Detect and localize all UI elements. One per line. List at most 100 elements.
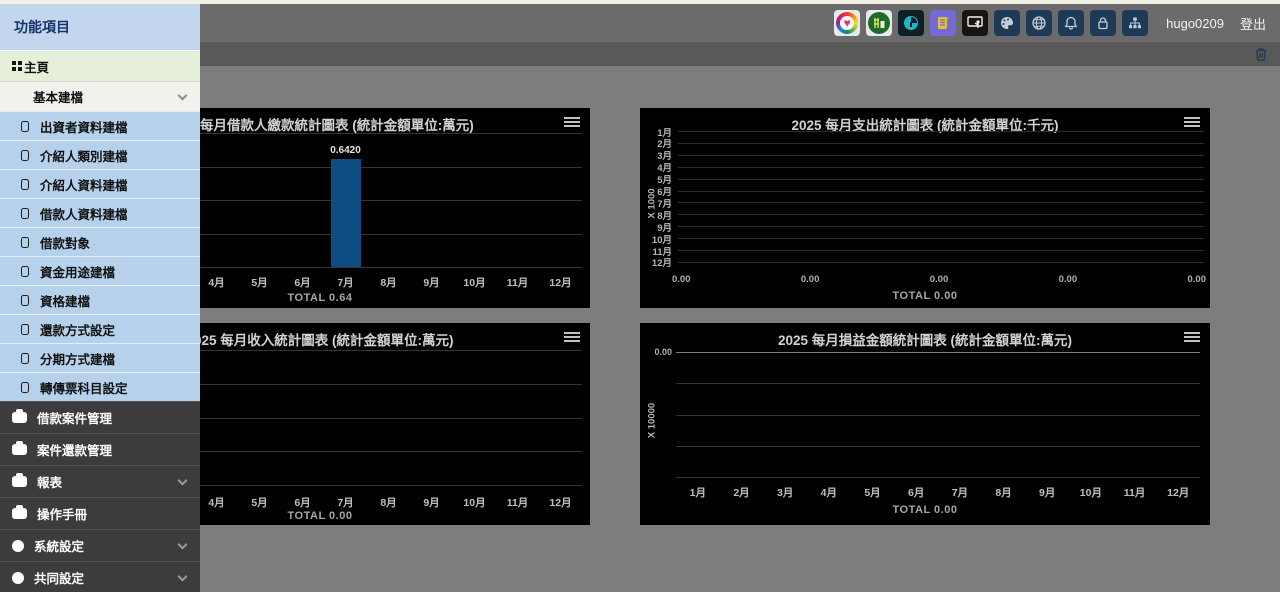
month-row: 5月 <box>646 175 1204 184</box>
box-outline-icon <box>21 208 29 219</box>
sidebar-subitem[interactable]: 資金用途建檔 <box>0 256 200 285</box>
month-label: 5月 <box>238 495 281 510</box>
sidebar-section[interactable]: 操作手冊 <box>0 497 200 529</box>
x-tick-label: 0.00 <box>1188 274 1207 285</box>
scroll-icon[interactable] <box>930 10 956 36</box>
sidebar-group-basic[interactable]: 基本建檔 <box>0 81 200 111</box>
month-row: 8月 <box>646 210 1204 219</box>
chart-menu-icon[interactable] <box>564 332 580 344</box>
sidebar-subitem-list: 出資者資料建檔介紹人類別建檔介紹人資料建檔借款人資料建檔借款對象資金用途建檔資格… <box>0 111 200 401</box>
month-row: 12月 <box>646 258 1204 267</box>
sidebar-subitem[interactable]: 介紹人類別建檔 <box>0 140 200 169</box>
x-axis-ticks: 0.000.000.000.000.00 <box>672 274 1206 285</box>
month-label: 6月 <box>281 495 324 510</box>
month-label: 8月 <box>367 275 410 290</box>
month-label: 4月 <box>195 275 238 290</box>
palette-icon[interactable] <box>994 10 1020 36</box>
sitemap-icon[interactable] <box>1122 10 1148 36</box>
sidebar-subitem[interactable]: 借款對象 <box>0 227 200 256</box>
month-row: 10月 <box>646 234 1204 243</box>
month-label: 12月 <box>646 255 672 269</box>
sidebar-item-label: 主頁 <box>24 57 49 76</box>
month-label: 7月 <box>324 495 367 510</box>
month-label: 11月 <box>496 495 539 510</box>
sidebar-subitem[interactable]: 出資者資料建檔 <box>0 111 200 140</box>
sidebar-section[interactable]: 系統設定 <box>0 529 200 561</box>
sidebar-section[interactable]: 案件還款管理 <box>0 433 200 465</box>
x-tick-label: 0.00 <box>930 274 949 285</box>
chart-menu-icon[interactable] <box>564 117 580 129</box>
month-label: 1月 <box>676 485 720 500</box>
month-label: 10月 <box>453 495 496 510</box>
month-label: 6月 <box>281 275 324 290</box>
briefcase-icon <box>12 476 27 487</box>
sidebar-subitem[interactable]: 介紹人資料建檔 <box>0 169 200 198</box>
lock-icon[interactable] <box>1090 10 1116 36</box>
month-row: 3月 <box>646 151 1204 160</box>
chart-menu-icon[interactable] <box>1184 332 1200 344</box>
chart-title: 2025 每月損益金額統計圖表 (統計金額單位:萬元) <box>640 329 1210 349</box>
chart-panel-monthly-profit-loss: 2025 每月損益金額統計圖表 (統計金額單位:萬元) X 10000 0.00… <box>640 323 1210 525</box>
month-label: 8月 <box>367 495 410 510</box>
sidebar-item-home[interactable]: 主頁 <box>0 50 200 81</box>
month-row: 1月 <box>646 127 1204 136</box>
chevron-down-icon <box>178 571 188 581</box>
logout-button[interactable]: 登出 <box>1240 14 1266 33</box>
month-label: 9月 <box>410 275 453 290</box>
month-label: 10月 <box>453 275 496 290</box>
month-label: 9月 <box>410 495 453 510</box>
trash-icon[interactable] <box>1254 47 1268 62</box>
box-outline-icon <box>21 121 29 132</box>
chevron-down-icon <box>178 90 188 100</box>
clock-teal-icon[interactable] <box>898 10 924 36</box>
charity-wreath-logo[interactable]: ♥ <box>834 10 860 36</box>
month-label: 4月 <box>807 485 851 500</box>
gridline <box>678 191 1204 192</box>
month-label: 11月 <box>1113 485 1157 500</box>
month-label: 6月 <box>894 485 938 500</box>
chart-panel-monthly-expenses: 2025 每月支出統計圖表 (統計金額單位:千元) X 1000 1月2月3月4… <box>640 108 1210 308</box>
bell-icon[interactable] <box>1058 10 1084 36</box>
chart-total: TOTAL 0.00 <box>640 290 1210 302</box>
month-row: 2月 <box>646 139 1204 148</box>
sidebar-subitem[interactable]: 分期方式建檔 <box>0 343 200 372</box>
green-org-logo[interactable] <box>866 10 892 36</box>
sidebar-subitem[interactable]: 還款方式設定 <box>0 314 200 343</box>
x-tick-label: 0.00 <box>801 274 820 285</box>
month-label: 7月 <box>938 485 982 500</box>
gridline <box>678 226 1204 227</box>
plot-area: 1月2月3月4月5月6月7月8月9月10月11月12月 <box>646 127 1204 267</box>
gridline <box>676 415 1200 416</box>
month-row: 11月 <box>646 246 1204 255</box>
month-label: 5月 <box>851 485 895 500</box>
month-label: 3月 <box>763 485 807 500</box>
box-outline-icon <box>21 150 29 161</box>
briefcase-icon <box>12 412 27 423</box>
gridline <box>678 167 1204 168</box>
sidebar-subitem[interactable]: 資格建檔 <box>0 285 200 314</box>
sidebar-section[interactable]: 共同設定 <box>0 561 200 592</box>
x-axis-months: 1月2月3月4月5月6月7月8月9月10月11月12月 <box>676 485 1200 500</box>
bar-7月[interactable] <box>331 159 361 267</box>
gridline <box>678 179 1204 180</box>
y-axis-label: X 10000 <box>647 397 658 445</box>
gridline <box>678 143 1204 144</box>
month-row: 7月 <box>646 198 1204 207</box>
presentation-icon[interactable] <box>962 10 988 36</box>
month-row: 6月 <box>646 187 1204 196</box>
sidebar-subitem[interactable]: 轉傳票科目設定 <box>0 372 200 401</box>
briefcase-icon <box>12 444 27 455</box>
gridline <box>678 131 1204 132</box>
globe-icon[interactable] <box>1026 10 1052 36</box>
gridline <box>676 446 1200 447</box>
month-label: 12月 <box>539 495 582 510</box>
username: hugo0209 <box>1166 16 1224 31</box>
y-axis-tick: 0.00 <box>646 347 672 357</box>
chevron-down-icon <box>178 539 188 549</box>
x-tick-label: 0.00 <box>672 274 691 285</box>
sidebar-section-list: 借款案件管理案件還款管理報表操作手冊系統設定共同設定 <box>0 401 200 592</box>
gridline <box>676 383 1200 384</box>
sidebar-section[interactable]: 借款案件管理 <box>0 401 200 433</box>
sidebar-subitem[interactable]: 借款人資料建檔 <box>0 198 200 227</box>
sidebar-section[interactable]: 報表 <box>0 465 200 497</box>
